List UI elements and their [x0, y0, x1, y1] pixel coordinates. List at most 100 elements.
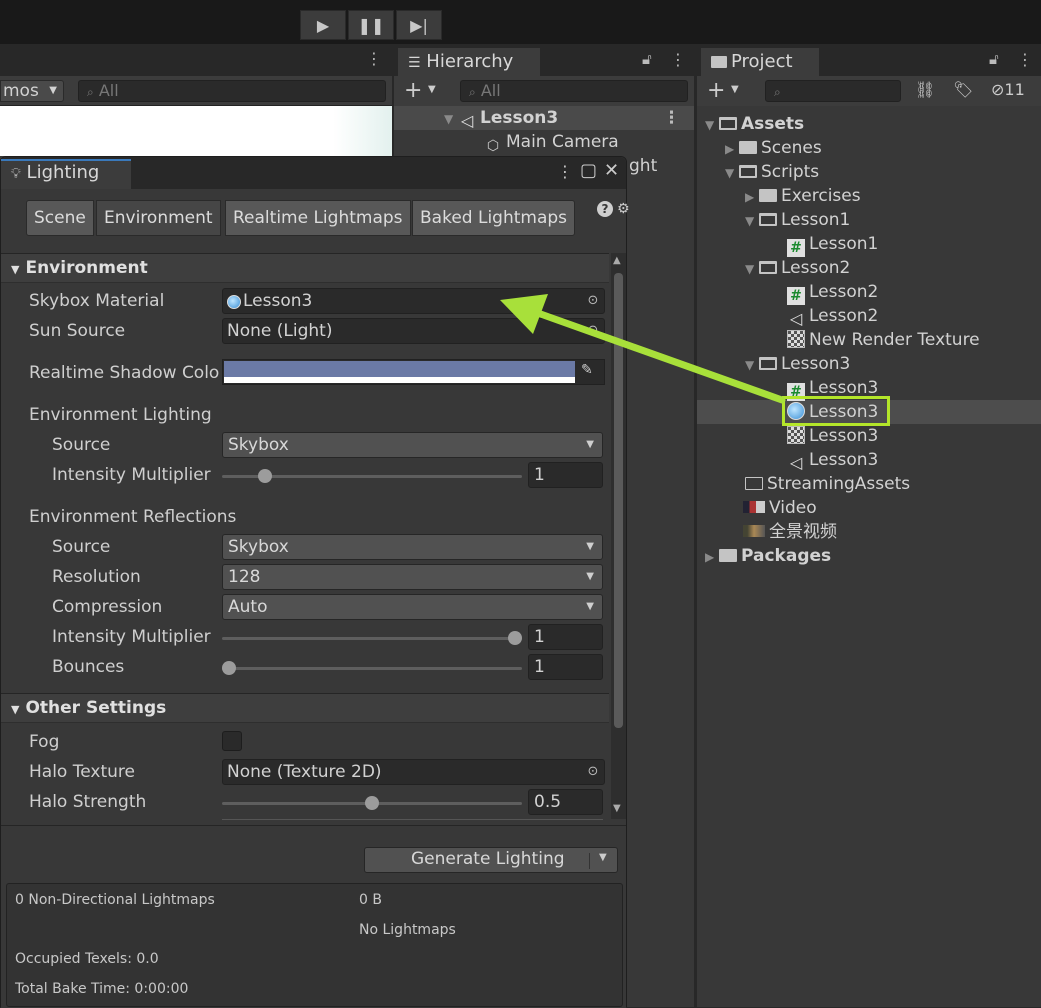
fog-checkbox[interactable] [222, 731, 242, 751]
tab-project[interactable]: Project [701, 48, 819, 76]
close-icon[interactable]: ✕ [604, 160, 619, 181]
folder-open-icon [759, 261, 777, 274]
hierarchy-search-input[interactable]: ⌕ All [460, 80, 688, 102]
project-row-video[interactable]: Video [743, 496, 817, 520]
step-button[interactable]: ▶| [396, 10, 442, 40]
project-row-lesson2-scene[interactable]: ◁ Lesson2 [787, 304, 879, 328]
scroll-down-icon[interactable]: ▼ [613, 803, 621, 814]
project-tabbar: Project 🔓︎ ⋮ [697, 44, 1041, 76]
halo-strength-number-field[interactable]: 0.5 [528, 789, 603, 815]
other-settings-section-header[interactable]: ▼ Other Settings [1, 693, 609, 723]
more-options-icon[interactable]: ⋮ [1017, 50, 1033, 69]
pause-button[interactable]: ❚❚ [348, 10, 394, 40]
tab-scene[interactable]: Scene [26, 200, 94, 236]
halo-texture-field[interactable]: None (Texture 2D) ⊙ [222, 759, 605, 785]
chevron-down-icon[interactable]: ▼ [731, 84, 739, 95]
more-options-icon[interactable]: ⋮ [366, 49, 382, 68]
project-row-lesson2-folder[interactable]: ▼ Lesson2 [745, 256, 850, 280]
expand-icon: ▶ [705, 550, 715, 564]
no-lightmaps-text: No Lightmaps [359, 922, 456, 938]
filter-by-type-icon[interactable]: ⛓︎ [915, 80, 935, 99]
halo-strength-slider-handle[interactable] [365, 796, 379, 810]
scene-viewport[interactable] [0, 106, 392, 156]
project-row-packages[interactable]: ▶ Packages [705, 544, 831, 568]
intensity-slider-handle[interactable] [257, 469, 272, 483]
object-picker-icon[interactable]: ⊙ [582, 321, 604, 341]
compression-dropdown[interactable]: Auto [222, 594, 603, 620]
shadow-color-field[interactable]: ✎ [222, 359, 605, 385]
project-row-lesson1-folder[interactable]: ▼ Lesson1 [745, 208, 850, 232]
scrollbar-thumb[interactable] [614, 273, 623, 728]
project-row-panorama-video[interactable]: 全景视频 [743, 520, 837, 544]
hierarchy-row-light[interactable]: ght [629, 154, 657, 178]
help-icon[interactable]: ? [597, 201, 613, 217]
more-options-icon[interactable]: ⋮ [557, 162, 573, 181]
hierarchy-row-main-camera[interactable]: ⬡ Main Camera [484, 130, 619, 154]
add-icon[interactable]: + [707, 78, 725, 103]
project-row-lesson3-scene[interactable]: ◁ Lesson3 [787, 448, 879, 472]
gizmos-dropdown[interactable]: mos ▼ [0, 80, 64, 102]
project-row-scripts[interactable]: ▼ Scripts [725, 160, 819, 184]
project-row-lesson2-script[interactable]: # Lesson2 [787, 280, 878, 305]
environment-section-header[interactable]: ▼ Environment [1, 253, 609, 283]
reflection-intensity-slider-track[interactable] [222, 637, 522, 640]
maximize-icon[interactable]: ▢ [580, 160, 597, 181]
tab-lighting[interactable]: 💡︎ Lighting [1, 159, 131, 189]
label-tag-icon[interactable]: 🏷︎ [953, 80, 973, 99]
intensity-number-field[interactable]: 1 [528, 462, 603, 488]
folder-open-icon [739, 165, 757, 178]
more-options-icon[interactable]: ⋮ [670, 50, 686, 69]
project-row-lesson3-render-texture[interactable]: Lesson3 [787, 424, 878, 448]
bounces-slider-track[interactable] [222, 667, 522, 670]
project-search-input[interactable]: ⌕ [765, 80, 901, 102]
shadow-color-swatch [224, 361, 575, 377]
tab-hierarchy[interactable]: ☰ Hierarchy [398, 48, 540, 76]
resolution-dropdown[interactable]: 128 [222, 564, 603, 590]
reflection-source-dropdown[interactable]: Skybox [222, 534, 603, 560]
settings-icon[interactable]: ⚙ [617, 201, 630, 217]
more-options-icon[interactable]: ⋮ [663, 106, 680, 130]
bounces-slider-handle[interactable] [222, 661, 236, 675]
object-picker-icon[interactable]: ⊙ [582, 762, 604, 782]
hierarchy-tabbar: ☰ Hierarchy 🔓︎ ⋮ [394, 44, 694, 76]
ambient-source-dropdown[interactable]: Skybox [222, 432, 603, 458]
sun-source-field[interactable]: None (Light) ⊙ [222, 318, 605, 344]
alpha-bar [224, 377, 575, 383]
chevron-down-icon[interactable]: ▼ [599, 852, 607, 863]
reflection-intensity-slider-handle[interactable] [508, 631, 522, 645]
project-row-scenes[interactable]: ▶ Scenes [725, 136, 822, 160]
generate-lighting-button[interactable]: Generate Lighting ▼ [364, 847, 618, 873]
project-row-render-texture[interactable]: New Render Texture [787, 328, 980, 352]
folder-icon [739, 141, 757, 154]
reflection-intensity-number-field[interactable]: 1 [528, 624, 603, 650]
shadow-color-label: Realtime Shadow Colo [29, 363, 219, 383]
reflection-intensity-label: Intensity Multiplier [52, 627, 211, 647]
chevron-down-icon[interactable]: ▼ [428, 84, 436, 95]
project-row-assets[interactable]: ▼ Assets [705, 112, 804, 136]
bounces-label: Bounces [52, 657, 125, 677]
fog-label: Fog [29, 732, 60, 752]
hidden-packages-icon[interactable]: ⊘11 [991, 80, 1025, 99]
object-picker-icon[interactable]: ⊙ [582, 291, 604, 311]
eyedropper-icon[interactable]: ✎ [581, 362, 593, 378]
scene-tabbar: ⋮ [0, 44, 392, 76]
lock-icon[interactable]: 🔓︎ [642, 50, 652, 68]
skybox-material-field[interactable]: Lesson3 ⊙ [222, 288, 605, 314]
lock-icon[interactable]: 🔓︎ [989, 50, 999, 68]
hierarchy-scene-row[interactable]: ▼ ◁ Lesson3 ⋮ [394, 106, 694, 130]
scene-search-input[interactable]: ⌕ All [78, 80, 386, 102]
add-icon[interactable]: + [404, 78, 422, 103]
skybox-material-label: Skybox Material [29, 291, 165, 311]
project-row-exercises[interactable]: ▶ Exercises [745, 184, 861, 208]
project-row-lesson1-script[interactable]: # Lesson1 [787, 232, 878, 257]
project-row-streaming-assets[interactable]: StreamingAssets [745, 472, 910, 496]
tab-baked-lightmaps[interactable]: Baked Lightmaps [412, 200, 576, 236]
lighting-window: 💡︎ Lighting ⋮ ▢ ✕ Scene Environment Real… [0, 156, 630, 1008]
tab-environment[interactable]: Environment [96, 200, 221, 236]
tab-realtime-lightmaps[interactable]: Realtime Lightmaps [225, 200, 411, 236]
scroll-up-icon[interactable]: ▲ [613, 255, 621, 266]
project-row-lesson3-folder[interactable]: ▼ Lesson3 [745, 352, 850, 376]
play-button[interactable]: ▶ [300, 10, 346, 40]
scrollbar-track[interactable]: ▲ ▼ [611, 253, 626, 819]
bounces-number-field[interactable]: 1 [528, 654, 603, 680]
